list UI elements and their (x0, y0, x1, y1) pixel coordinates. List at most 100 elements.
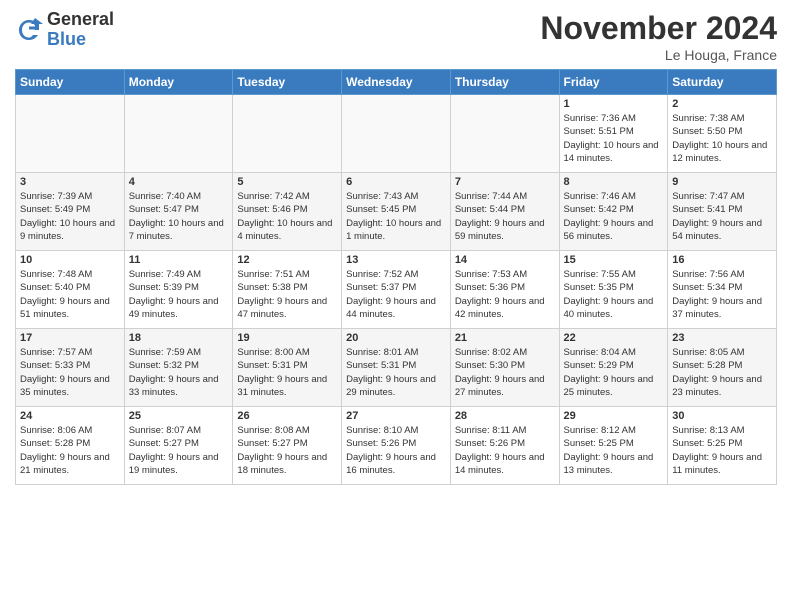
day-number: 30 (672, 410, 772, 422)
table-row (450, 95, 559, 173)
table-row: 14 Sunrise: 7:53 AM Sunset: 5:36 PM Dayli… (450, 251, 559, 329)
table-row: 9 Sunrise: 7:47 AM Sunset: 5:41 PM Daylig… (668, 173, 777, 251)
day-number: 11 (129, 254, 229, 266)
day-info: Sunrise: 7:52 AM Sunset: 5:37 PM Dayligh… (346, 268, 446, 321)
day-info: Sunrise: 8:13 AM Sunset: 5:25 PM Dayligh… (672, 424, 772, 477)
table-row: 1 Sunrise: 7:36 AM Sunset: 5:51 PM Daylig… (559, 95, 668, 173)
day-number: 7 (455, 176, 555, 188)
day-number: 26 (237, 410, 337, 422)
day-info: Sunrise: 7:46 AM Sunset: 5:42 PM Dayligh… (564, 190, 664, 243)
logo-general-text: General (47, 10, 114, 30)
day-info: Sunrise: 7:57 AM Sunset: 5:33 PM Dayligh… (20, 346, 120, 399)
day-number: 24 (20, 410, 120, 422)
calendar-table: Sunday Monday Tuesday Wednesday Thursday… (15, 69, 777, 485)
col-sunday: Sunday (16, 70, 125, 95)
col-friday: Friday (559, 70, 668, 95)
day-info: Sunrise: 8:06 AM Sunset: 5:28 PM Dayligh… (20, 424, 120, 477)
day-number: 15 (564, 254, 664, 266)
day-number: 27 (346, 410, 446, 422)
day-number: 14 (455, 254, 555, 266)
table-row: 23 Sunrise: 8:05 AM Sunset: 5:28 PM Dayli… (668, 329, 777, 407)
month-title: November 2024 (540, 10, 777, 47)
day-info: Sunrise: 7:49 AM Sunset: 5:39 PM Dayligh… (129, 268, 229, 321)
day-info: Sunrise: 8:12 AM Sunset: 5:25 PM Dayligh… (564, 424, 664, 477)
table-row: 30 Sunrise: 8:13 AM Sunset: 5:25 PM Dayli… (668, 407, 777, 485)
table-row (342, 95, 451, 173)
day-number: 10 (20, 254, 120, 266)
calendar-week-row: 24 Sunrise: 8:06 AM Sunset: 5:28 PM Dayli… (16, 407, 777, 485)
col-wednesday: Wednesday (342, 70, 451, 95)
location: Le Houga, France (540, 47, 777, 63)
table-row: 26Sunrise: 8:08 AM Sunset: 5:27 PM Dayli… (233, 407, 342, 485)
day-number: 22 (564, 332, 664, 344)
col-monday: Monday (124, 70, 233, 95)
day-number: 6 (346, 176, 446, 188)
calendar-header-row: Sunday Monday Tuesday Wednesday Thursday… (16, 70, 777, 95)
day-info: Sunrise: 8:04 AM Sunset: 5:29 PM Dayligh… (564, 346, 664, 399)
day-info: Sunrise: 8:05 AM Sunset: 5:28 PM Dayligh… (672, 346, 772, 399)
day-info: Sunrise: 7:36 AM Sunset: 5:51 PM Dayligh… (564, 112, 664, 165)
day-number: 13 (346, 254, 446, 266)
table-row: 4Sunrise: 7:40 AM Sunset: 5:47 PM Daylig… (124, 173, 233, 251)
calendar-week-row: 17Sunrise: 7:57 AM Sunset: 5:33 PM Dayli… (16, 329, 777, 407)
day-info: Sunrise: 7:38 AM Sunset: 5:50 PM Dayligh… (672, 112, 772, 165)
day-info: Sunrise: 8:10 AM Sunset: 5:26 PM Dayligh… (346, 424, 446, 477)
table-row: 7Sunrise: 7:44 AM Sunset: 5:44 PM Daylig… (450, 173, 559, 251)
table-row: 20 Sunrise: 8:01 AM Sunset: 5:31 PM Dayli… (342, 329, 451, 407)
day-number: 1 (564, 98, 664, 110)
day-number: 3 (20, 176, 120, 188)
table-row: 19 Sunrise: 8:00 AM Sunset: 5:31 PM Dayli… (233, 329, 342, 407)
table-row: 6 Sunrise: 7:43 AM Sunset: 5:45 PM Daylig… (342, 173, 451, 251)
table-row: 21 Sunrise: 8:02 AM Sunset: 5:30 PM Dayli… (450, 329, 559, 407)
table-row: 24 Sunrise: 8:06 AM Sunset: 5:28 PM Dayli… (16, 407, 125, 485)
day-info: Sunrise: 7:40 AM Sunset: 5:47 PM Dayligh… (129, 190, 229, 243)
table-row: 25Sunrise: 8:07 AM Sunset: 5:27 PM Dayli… (124, 407, 233, 485)
day-number: 9 (672, 176, 772, 188)
day-number: 21 (455, 332, 555, 344)
day-info: Sunrise: 7:55 AM Sunset: 5:35 PM Dayligh… (564, 268, 664, 321)
table-row: 16Sunrise: 7:56 AM Sunset: 5:34 PM Dayli… (668, 251, 777, 329)
day-info: Sunrise: 7:53 AM Sunset: 5:36 PM Dayligh… (455, 268, 555, 321)
day-info: Sunrise: 7:59 AM Sunset: 5:32 PM Dayligh… (129, 346, 229, 399)
table-row: 8Sunrise: 7:46 AM Sunset: 5:42 PM Daylig… (559, 173, 668, 251)
day-number: 20 (346, 332, 446, 344)
title-block: November 2024 Le Houga, France (540, 10, 777, 63)
day-number: 19 (237, 332, 337, 344)
table-row: 12 Sunrise: 7:51 AM Sunset: 5:38 PM Dayli… (233, 251, 342, 329)
col-saturday: Saturday (668, 70, 777, 95)
table-row: 5Sunrise: 7:42 AM Sunset: 5:46 PM Daylig… (233, 173, 342, 251)
table-row: 18Sunrise: 7:59 AM Sunset: 5:32 PM Dayli… (124, 329, 233, 407)
calendar-week-row: 10Sunrise: 7:48 AM Sunset: 5:40 PM Dayli… (16, 251, 777, 329)
day-number: 12 (237, 254, 337, 266)
table-row: 22 Sunrise: 8:04 AM Sunset: 5:29 PM Dayli… (559, 329, 668, 407)
table-row (124, 95, 233, 173)
table-row: 11 Sunrise: 7:49 AM Sunset: 5:39 PM Dayli… (124, 251, 233, 329)
table-row: 17Sunrise: 7:57 AM Sunset: 5:33 PM Dayli… (16, 329, 125, 407)
col-tuesday: Tuesday (233, 70, 342, 95)
day-info: Sunrise: 7:39 AM Sunset: 5:49 PM Dayligh… (20, 190, 120, 243)
table-row (16, 95, 125, 173)
day-info: Sunrise: 8:02 AM Sunset: 5:30 PM Dayligh… (455, 346, 555, 399)
day-info: Sunrise: 7:51 AM Sunset: 5:38 PM Dayligh… (237, 268, 337, 321)
calendar-week-row: 1 Sunrise: 7:36 AM Sunset: 5:51 PM Daylig… (16, 95, 777, 173)
day-number: 2 (672, 98, 772, 110)
table-row: 13 Sunrise: 7:52 AM Sunset: 5:37 PM Dayli… (342, 251, 451, 329)
day-number: 23 (672, 332, 772, 344)
logo-blue-text: Blue (47, 30, 114, 50)
logo-text: General Blue (47, 10, 114, 50)
day-number: 5 (237, 176, 337, 188)
logo: General Blue (15, 10, 114, 50)
logo-icon (15, 16, 43, 44)
day-info: Sunrise: 8:01 AM Sunset: 5:31 PM Dayligh… (346, 346, 446, 399)
day-info: Sunrise: 8:00 AM Sunset: 5:31 PM Dayligh… (237, 346, 337, 399)
table-row: 27 Sunrise: 8:10 AM Sunset: 5:26 PM Dayli… (342, 407, 451, 485)
table-row: 2 Sunrise: 7:38 AM Sunset: 5:50 PM Daylig… (668, 95, 777, 173)
day-info: Sunrise: 7:47 AM Sunset: 5:41 PM Dayligh… (672, 190, 772, 243)
page: General Blue November 2024 Le Houga, Fra… (0, 0, 792, 612)
table-row: 10Sunrise: 7:48 AM Sunset: 5:40 PM Dayli… (16, 251, 125, 329)
day-info: Sunrise: 7:43 AM Sunset: 5:45 PM Dayligh… (346, 190, 446, 243)
day-info: Sunrise: 8:07 AM Sunset: 5:27 PM Dayligh… (129, 424, 229, 477)
day-number: 29 (564, 410, 664, 422)
col-thursday: Thursday (450, 70, 559, 95)
day-info: Sunrise: 7:56 AM Sunset: 5:34 PM Dayligh… (672, 268, 772, 321)
